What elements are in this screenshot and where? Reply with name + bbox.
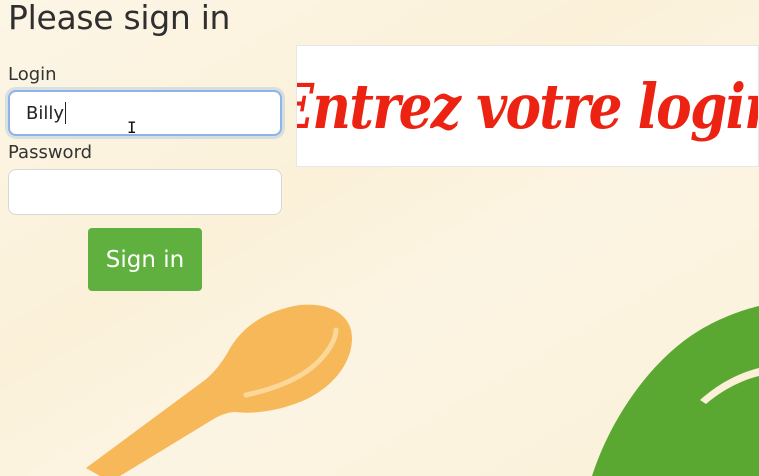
- caption-text: Entrez votre login: [296, 69, 759, 143]
- text-caret: [65, 101, 67, 124]
- login-input-value: Billy: [26, 103, 65, 124]
- password-label: Password: [8, 142, 93, 163]
- login-label: Login: [8, 64, 57, 85]
- ibeam-cursor-icon: I: [127, 118, 137, 137]
- sign-in-button[interactable]: Sign in: [88, 228, 202, 291]
- page-title: Please sign in: [8, 0, 231, 37]
- caption-banner: Entrez votre login: [296, 45, 759, 167]
- password-input[interactable]: [8, 169, 282, 215]
- login-input[interactable]: Billy: [8, 90, 282, 136]
